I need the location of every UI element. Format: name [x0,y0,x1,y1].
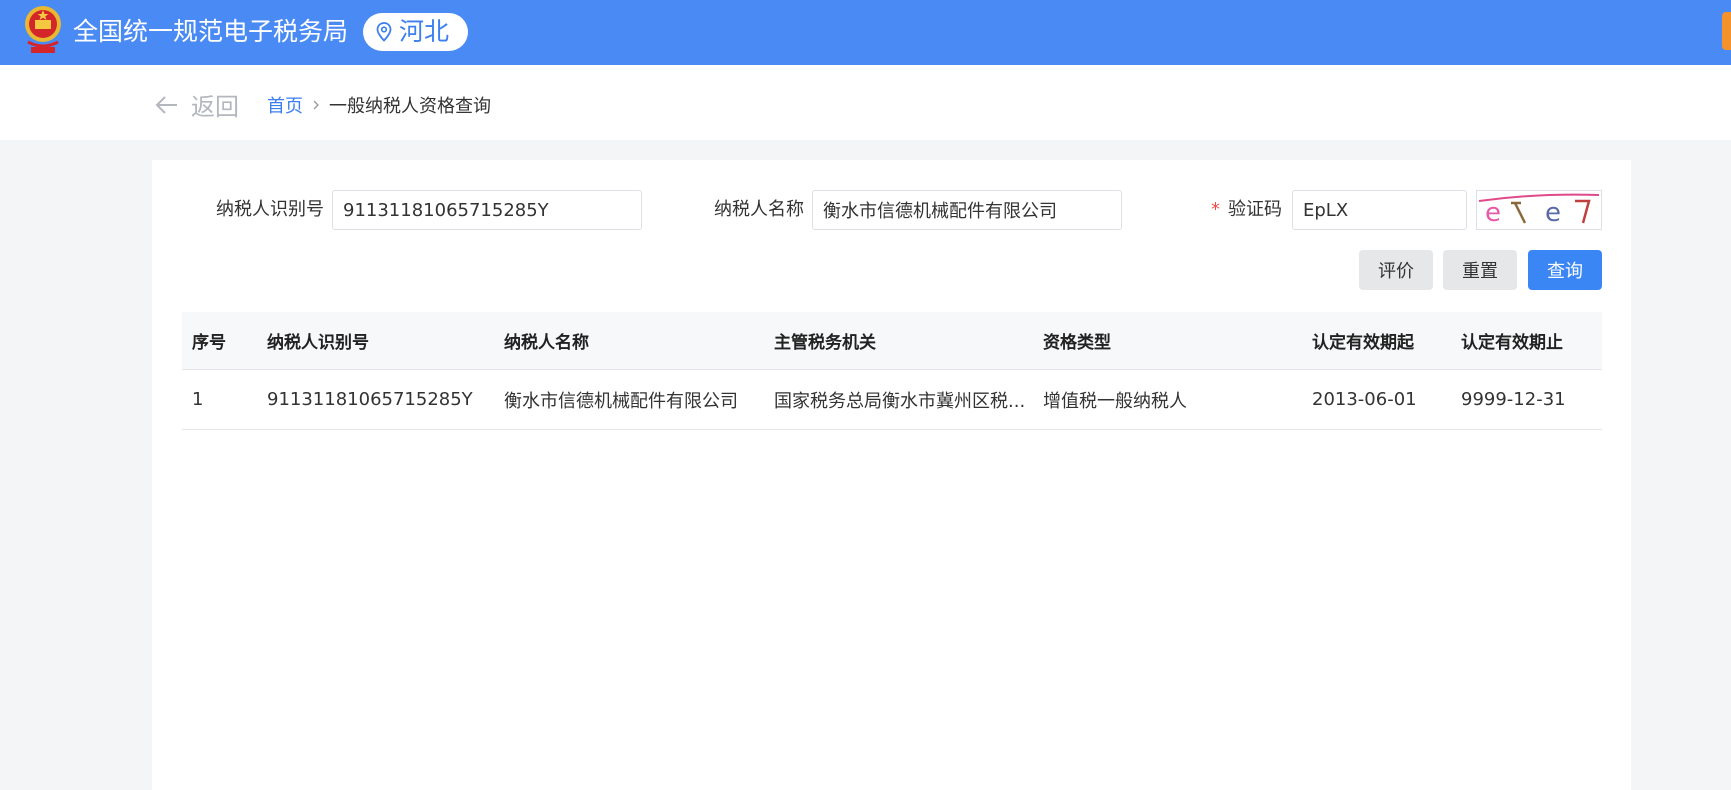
captcha-image[interactable]: e e [1476,190,1602,230]
table-cell: 1 [192,389,204,410]
taxpayer-id-input[interactable] [332,190,642,230]
captcha-input[interactable] [1292,190,1467,230]
captcha-image-graphic: e e [1478,193,1600,228]
svg-text:e: e [1545,198,1561,228]
back-label: 返回 [191,93,239,121]
column-header: 认定有效期止 [1461,333,1563,353]
column-header: 认定有效期起 [1312,333,1414,353]
table-cell: 国家税务总局衡水市冀州区税... [774,390,1024,412]
table-cell: 增值税一般纳税人 [1043,390,1187,412]
chevron-right-icon [313,100,319,110]
column-header: 纳税人名称 [504,333,589,353]
site-title: 全国统一规范电子税务局 [73,17,349,46]
table-cell: 2013-06-01 [1312,389,1417,410]
breadcrumb: 首页 一般纳税人资格查询 [267,92,491,118]
required-mark: * [1211,199,1220,220]
taxpayer-id-label: 纳税人识别号 [216,199,324,220]
side-tab[interactable] [1722,12,1731,50]
region-label: 河北 [399,17,450,46]
table-cell: 9999-12-31 [1461,389,1566,410]
taxpayer-name-label: 纳税人名称 [714,199,804,220]
reset-button[interactable]: 重置 [1443,250,1517,290]
table-row[interactable]: 1 91131181065715285Y 衡水市信德机械配件有限公司 国家税务总… [182,370,1602,430]
table-cell: 衡水市信德机械配件有限公司 [504,390,738,412]
taxpayer-name-input[interactable] [812,190,1122,230]
column-header: 资格类型 [1043,333,1111,353]
location-pin-icon [376,22,392,42]
captcha-label: * 验证码 [1211,190,1282,230]
result-table: 序号 纳税人识别号 纳税人名称 主管税务机关 资格类型 认定有效期起 认定有效期… [182,312,1602,430]
nav-bar: 返回 首页 一般纳税人资格查询 [0,65,1731,140]
breadcrumb-home-link[interactable]: 首页 [267,92,303,118]
region-selector[interactable]: 河北 [363,13,468,51]
evaluate-button[interactable]: 评价 [1359,250,1433,290]
column-header: 主管税务机关 [774,333,876,353]
arrow-left-icon [155,95,177,114]
captcha-label-text: 验证码 [1228,199,1282,220]
query-button[interactable]: 查询 [1528,250,1602,290]
column-header: 序号 [192,333,226,353]
tax-emblem-icon [25,6,61,53]
svg-text:e: e [1485,198,1501,228]
table-header: 序号 纳税人识别号 纳税人名称 主管税务机关 资格类型 认定有效期起 认定有效期… [182,312,1602,370]
breadcrumb-current: 一般纳税人资格查询 [329,96,491,117]
back-button[interactable]: 返回 [155,87,239,122]
top-bar: 全国统一规范电子税务局 河北 [0,0,1731,65]
table-cell: 91131181065715285Y [267,389,473,410]
column-header: 纳税人识别号 [267,333,369,353]
